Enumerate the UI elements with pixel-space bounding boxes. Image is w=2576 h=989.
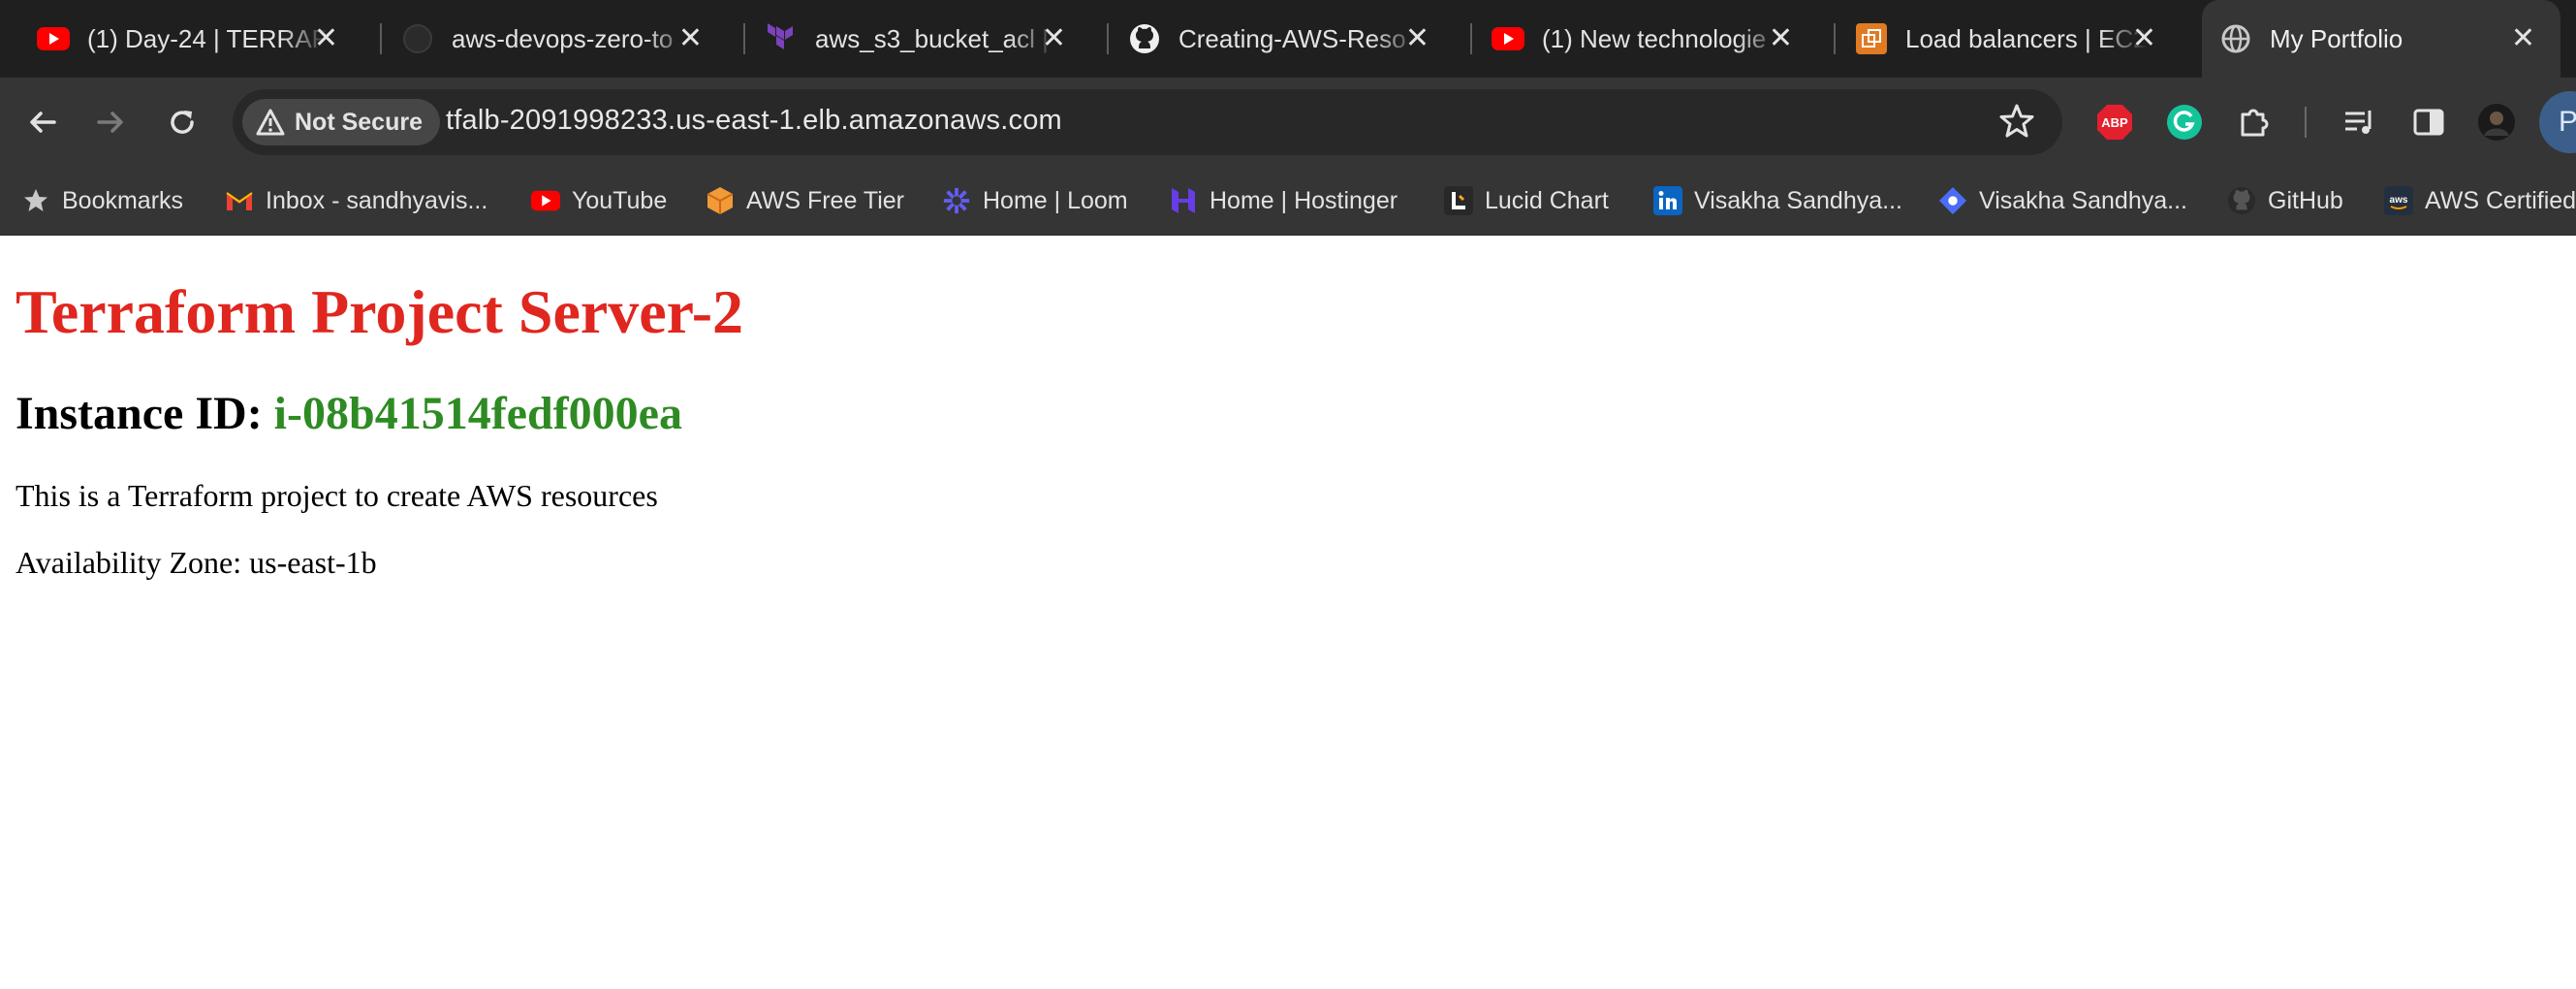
bookmark-lucid-chart[interactable]: Lucid Chart	[1444, 184, 1609, 217]
adblock-icon[interactable]: ABP	[2091, 99, 2138, 145]
profile-initial: P	[2559, 106, 2576, 138]
svg-text:aws: aws	[2390, 195, 2408, 206]
close-icon[interactable]: ✕	[1042, 21, 1066, 56]
tab-aws-devops[interactable]: aws-devops-zero-to ✕	[364, 6, 728, 72]
bookmarks-bar: Bookmarks Inbox - sandhyavis... YouTube …	[0, 167, 2576, 236]
svg-text:ABP: ABP	[2101, 115, 2128, 130]
globe-icon	[2219, 22, 2252, 55]
page-title: Terraform Project Server-2	[16, 277, 743, 346]
close-icon[interactable]: ✕	[1769, 21, 1793, 56]
bookmark-label: Visakha Sandhya...	[1694, 186, 1902, 214]
forward-arrow-icon[interactable]	[87, 99, 134, 145]
tab-title: My Portfolio	[2270, 23, 2403, 53]
bookmark-youtube[interactable]: YouTube	[531, 184, 667, 217]
page-content: Terraform Project Server-2 Instance ID: …	[0, 236, 2576, 989]
bookmark-hostinger[interactable]: Home | Hostinger	[1169, 184, 1398, 217]
tab-creating-aws-resources[interactable]: Creating-AWS-Reso ✕	[1091, 6, 1455, 72]
youtube-icon	[1492, 22, 1524, 55]
diamond-icon	[1938, 186, 1967, 215]
youtube-icon	[37, 22, 70, 55]
bookmark-aws-free-tier[interactable]: AWS Free Tier	[706, 184, 904, 217]
security-label: Not Secure	[295, 108, 423, 136]
aws-box-icon	[706, 186, 735, 215]
profile-avatar[interactable]	[2473, 99, 2520, 145]
aws-icon: aws	[2384, 186, 2413, 215]
bookmark-label: Home | Loom	[983, 186, 1128, 214]
tab-title: (1) New technologie	[1542, 23, 1767, 53]
back-arrow-icon[interactable]	[19, 99, 66, 145]
bookmark-github[interactable]: GitHub	[2227, 184, 2343, 217]
extensions-puzzle-icon[interactable]	[2231, 99, 2278, 145]
warning-icon	[256, 109, 285, 136]
close-icon[interactable]: ✕	[2511, 21, 2535, 56]
tab-my-portfolio[interactable]: My Portfolio ✕	[2202, 0, 2560, 78]
github-icon	[2227, 186, 2256, 215]
tab-title: aws_s3_bucket_acl |	[815, 23, 1049, 53]
tab-day24[interactable]: (1) Day-24 | TERRAF ✕	[0, 6, 363, 72]
github-icon	[1128, 22, 1161, 55]
terraform-icon	[765, 22, 798, 55]
grammarly-icon[interactable]	[2161, 99, 2208, 145]
close-icon[interactable]: ✕	[2132, 21, 2156, 56]
hostinger-icon	[1169, 186, 1198, 215]
site-security-chip[interactable]: Not Secure	[242, 99, 440, 145]
bookmark-star-icon[interactable]	[1998, 103, 2035, 144]
description-text: This is a Terraform project to create AW…	[16, 478, 658, 513]
bookmark-label: Bookmarks	[62, 186, 184, 214]
tab-strip: (1) Day-24 | TERRAF ✕ aws-devops-zero-to…	[0, 0, 2576, 78]
close-icon[interactable]: ✕	[1405, 21, 1429, 56]
bookmark-label: AWS Free Tier	[746, 186, 904, 214]
media-control-icon[interactable]	[2336, 99, 2382, 145]
tab-title: (1) Day-24 | TERRAF	[87, 23, 328, 53]
bookmark-label: GitHub	[2268, 186, 2343, 214]
gmail-icon	[225, 186, 254, 215]
close-icon[interactable]: ✕	[314, 21, 338, 56]
youtube-icon	[531, 186, 560, 215]
toolbar-divider	[2305, 107, 2307, 138]
tab-load-balancers[interactable]: Load balancers | EC2 ✕	[1818, 6, 2182, 72]
side-panel-icon[interactable]	[2405, 99, 2452, 145]
profile-button[interactable]: P	[2539, 91, 2576, 153]
instance-id-value: i-08b41514fedf000ea	[273, 388, 682, 439]
tab-title: Creating-AWS-Reso	[1178, 23, 1406, 53]
tab-new-technologies[interactable]: (1) New technologie ✕	[1455, 6, 1818, 72]
bookmark-aws-certified[interactable]: aws AWS Certified	[2384, 184, 2576, 217]
star-icon	[21, 186, 50, 215]
bookmark-label: AWS Certified	[2425, 186, 2576, 214]
instance-id-label: Instance ID:	[16, 388, 263, 439]
lucid-icon	[1444, 186, 1473, 215]
bookmark-label: Home | Hostinger	[1209, 186, 1398, 214]
bookmark-label: YouTube	[572, 186, 668, 214]
availability-zone-text: Availability Zone: us-east-1b	[16, 545, 377, 580]
bookmark-loom[interactable]: Home | Loom	[942, 184, 1128, 217]
bookmark-label: Visakha Sandhya...	[1979, 186, 2187, 214]
bookmark-inbox[interactable]: Inbox - sandhyavis...	[225, 184, 487, 217]
github-icon	[401, 22, 434, 55]
bookmark-visakha-sandhya-2[interactable]: Visakha Sandhya...	[1938, 184, 2187, 217]
tab-title: Load balancers | EC2	[1905, 23, 2148, 53]
instance-id-heading: Instance ID: i-08b41514fedf000ea	[16, 387, 682, 440]
toolbar: Not Secure tfalb-2091998233.us-east-1.el…	[0, 78, 2576, 167]
bookmark-label: Inbox - sandhyavis...	[266, 186, 488, 214]
bookmark-label: Lucid Chart	[1485, 186, 1609, 214]
reload-icon[interactable]	[159, 99, 205, 145]
bookmark-all-bookmarks[interactable]: Bookmarks	[21, 184, 183, 217]
bookmark-linkedin[interactable]: Visakha Sandhya...	[1653, 184, 1902, 217]
tab-title: aws-devops-zero-to	[452, 23, 674, 53]
aws-ec2-icon	[1855, 22, 1888, 55]
address-bar[interactable]: Not Secure tfalb-2091998233.us-east-1.el…	[233, 89, 2062, 155]
tab-s3-bucket-acl[interactable]: aws_s3_bucket_acl | ✕	[728, 6, 1091, 72]
linkedin-icon	[1653, 186, 1682, 215]
loom-icon	[942, 186, 971, 215]
close-icon[interactable]: ✕	[678, 21, 703, 56]
url-text[interactable]: tfalb-2091998233.us-east-1.elb.amazonaws…	[446, 105, 1062, 137]
